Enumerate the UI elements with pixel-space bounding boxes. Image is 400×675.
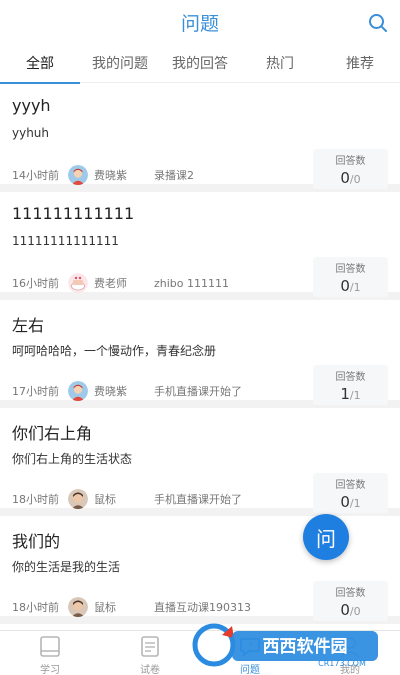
user-icon (340, 637, 360, 658)
tab-bar: 全部 我的问题 我的回答 热门 推荐 (0, 45, 400, 84)
answer-count-label: 回答数 (335, 480, 366, 491)
nav-mine-label: 我的 (340, 665, 360, 675)
question-time: 17小时前 (12, 385, 59, 398)
tab-recommended[interactable]: 推荐 (320, 45, 400, 83)
question-meta: 18小时前 鼠标 手机直播课开始了 (12, 488, 242, 510)
course-name: 手机直播课开始了 (154, 385, 242, 398)
avatar (68, 489, 88, 509)
author-name: 鼠标 (94, 493, 116, 506)
avatar (68, 273, 88, 293)
question-time: 18小时前 (12, 601, 59, 614)
question-title: yyyh (12, 96, 51, 115)
question-title: 我们的 (12, 532, 61, 551)
question-meta: 14小时前 费晓紫 录播课2 (12, 164, 194, 186)
answer-count-box: 回答数 0/1 (313, 257, 388, 297)
tab-my-answers[interactable]: 我的回答 (160, 45, 240, 83)
question-body: 11111111111111 (12, 234, 119, 248)
question-body: 你们右上角的生活状态 (12, 452, 133, 466)
total-count: 0 (353, 605, 361, 618)
answer-count-value: 1/1 (313, 385, 388, 403)
answer-count-label: 回答数 (335, 156, 366, 167)
question-meta: 16小时前 费老师 zhibo 111111 (12, 272, 229, 294)
answer-count-box: 回答数 0/1 (313, 473, 388, 513)
answered-count: 0 (340, 169, 350, 187)
answer-count-value: 0/1 (313, 493, 388, 511)
answer-count-value: 0/1 (313, 277, 388, 295)
app-header: 问题 (0, 0, 400, 45)
question-item[interactable]: 你们右上角 你们右上角的生活状态 18小时前 鼠标 手机直播课开始了 回答数 0… (0, 408, 400, 516)
question-time: 14小时前 (12, 169, 59, 182)
avatar (68, 381, 88, 401)
answer-count-label: 回答数 (335, 588, 366, 599)
page-title: 问题 (180, 13, 219, 35)
author-name: 费晓紫 (94, 385, 127, 398)
tab-all[interactable]: 全部 (0, 45, 80, 84)
nav-question[interactable]: ? 问题 (200, 631, 300, 675)
paper-icon (141, 636, 159, 657)
total-count: 1 (353, 389, 361, 402)
author-name: 费晓紫 (94, 169, 127, 182)
question-title: 左右 (12, 316, 45, 335)
nav-study-label: 学习 (40, 665, 60, 675)
answer-count-box: 回答数 0/0 (313, 149, 388, 189)
total-count: 1 (353, 281, 361, 294)
question-body: 你的生活是我的生活 (12, 560, 121, 574)
course-name: 直播互动课190313 (154, 601, 251, 614)
nav-exam-label: 试卷 (140, 665, 160, 675)
total-count: 1 (353, 497, 361, 510)
question-item[interactable]: yyyh yyhuh 14小时前 费晓紫 录播课2 回答数 0/0 (0, 84, 400, 192)
question-time: 16小时前 (12, 277, 59, 290)
svg-text:?: ? (248, 642, 253, 652)
answer-count-value: 0/0 (313, 169, 388, 187)
course-name: 录播课2 (154, 169, 194, 182)
answered-count: 0 (340, 493, 350, 511)
author-name: 鼠标 (94, 601, 116, 614)
author-name: 费老师 (94, 277, 127, 290)
question-title: 你们右上角 (12, 424, 93, 443)
nav-exam[interactable]: 试卷 (100, 631, 200, 675)
answered-count: 0 (340, 601, 350, 619)
course-name: zhibo 111111 (154, 276, 230, 290)
question-body: 呵呵哈哈哈，一个慢动作，青春纪念册 (12, 344, 217, 358)
nav-mine[interactable]: 我的 (300, 631, 400, 675)
question-item[interactable]: 左右 呵呵哈哈哈，一个慢动作，青春纪念册 17小时前 费晓紫 手机直播课开始了 … (0, 300, 400, 408)
nav-study[interactable]: 学习 (0, 631, 100, 675)
nav-question-label: 问题 (240, 665, 260, 675)
book-icon (40, 636, 60, 657)
total-count: 0 (353, 173, 361, 186)
question-title: 111111111111 (12, 204, 135, 223)
question-body: yyhuh (12, 126, 50, 140)
answer-count-label: 回答数 (335, 372, 366, 383)
course-name: 手机直播课开始了 (154, 493, 242, 506)
question-meta: 17小时前 费晓紫 手机直播课开始了 (12, 380, 242, 402)
answer-count-label: 回答数 (335, 264, 366, 275)
answer-count-box: 回答数 0/0 (313, 581, 388, 621)
answered-count: 1 (340, 385, 350, 403)
answered-count: 0 (340, 277, 350, 295)
bottom-nav: 学习 试卷 ? 问题 我的 (0, 630, 400, 675)
question-meta: 18小时前 鼠标 直播互动课190313 (12, 596, 251, 618)
answer-count-value: 0/0 (313, 601, 388, 619)
ask-question-button[interactable]: 问 (303, 514, 349, 560)
answer-count-box: 回答数 1/1 (313, 365, 388, 405)
question-icon: ? (240, 638, 260, 656)
tab-my-questions[interactable]: 我的问题 (80, 45, 160, 83)
avatar (68, 165, 88, 185)
tab-hot[interactable]: 热门 (240, 45, 320, 83)
question-item[interactable]: 111111111111 11111111111111 16小时前 费老师 zh… (0, 192, 400, 300)
avatar (68, 597, 88, 617)
search-icon[interactable] (368, 13, 388, 33)
question-time: 18小时前 (12, 493, 59, 506)
